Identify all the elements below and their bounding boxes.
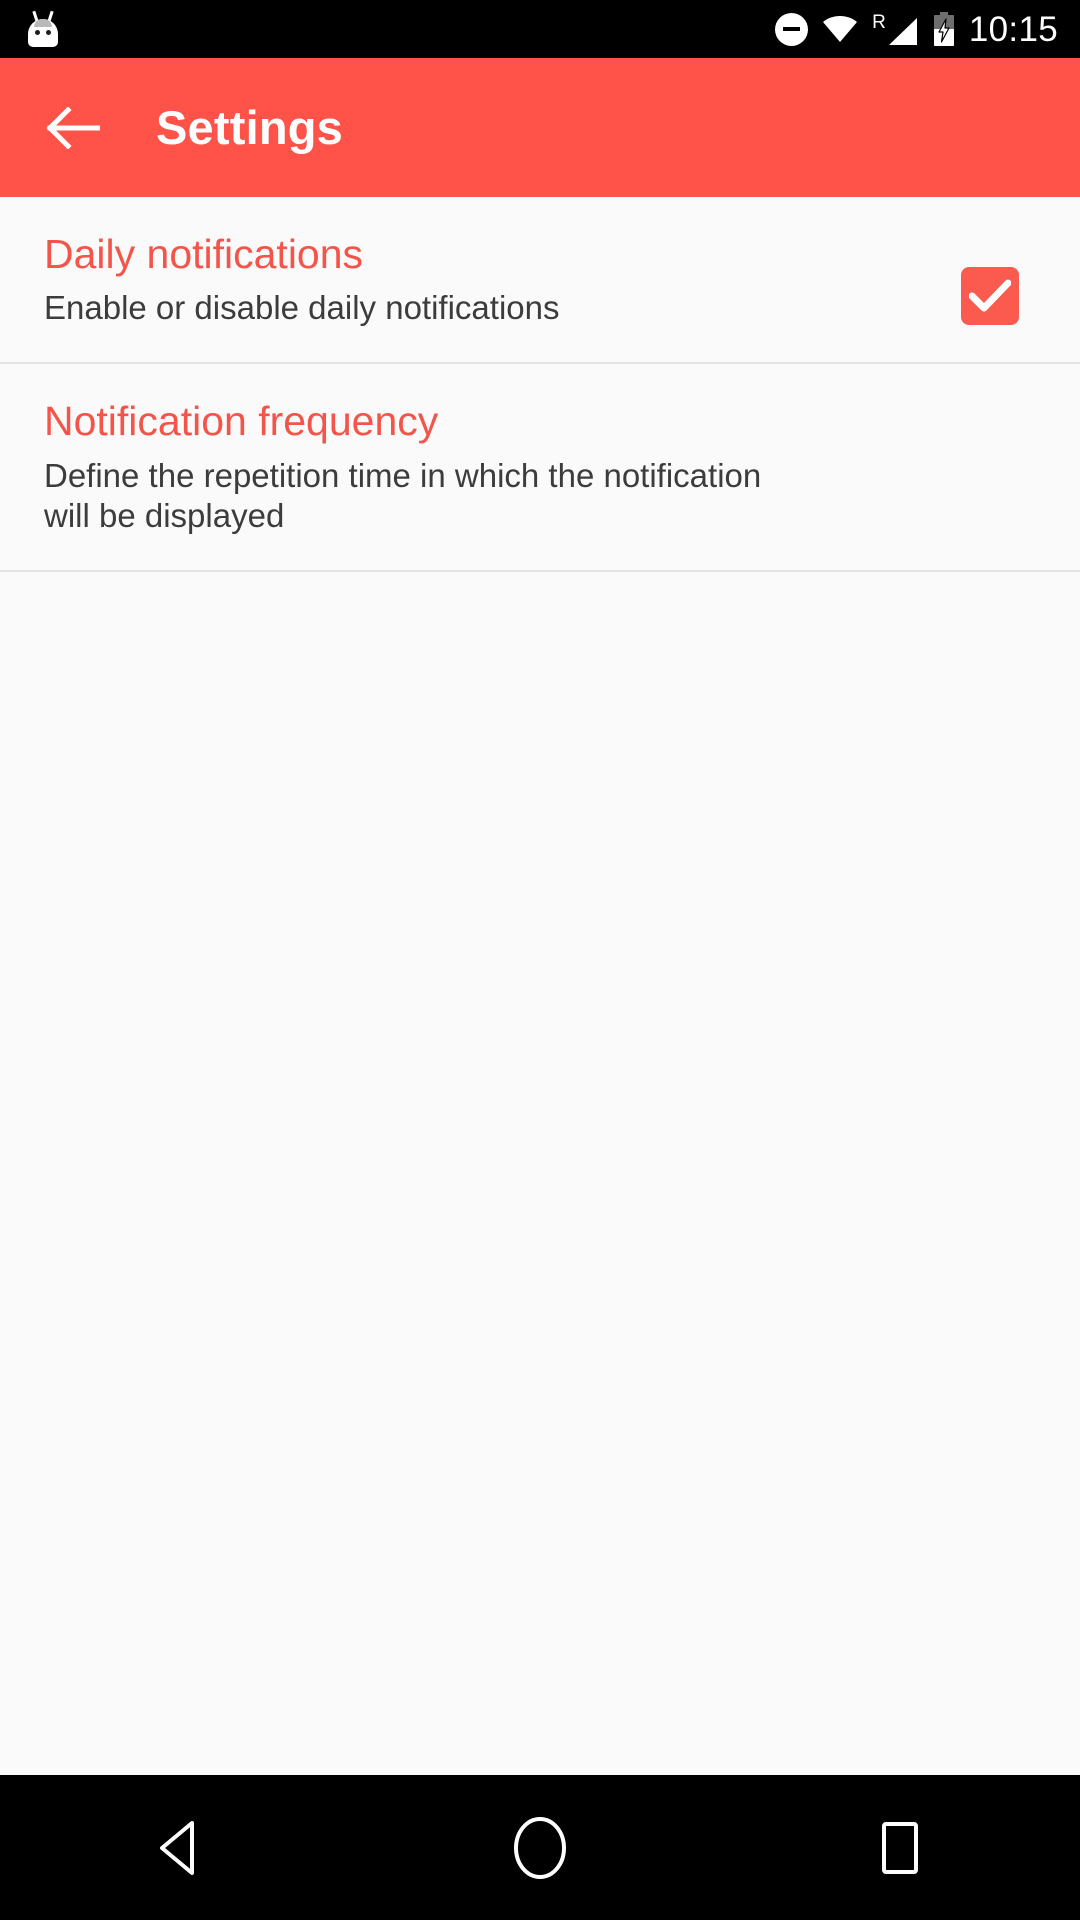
check-icon — [969, 279, 1011, 312]
cyanogenmod-robot-icon — [26, 10, 60, 47]
circle-home-icon — [514, 1816, 566, 1879]
battery-charging-icon — [933, 12, 954, 46]
do-not-disturb-icon — [775, 12, 809, 46]
system-navigation-bar — [0, 1775, 1080, 1920]
daily-notifications-checkbox[interactable] — [961, 267, 1019, 325]
preference-summary: Enable or disable daily notifications — [44, 289, 560, 327]
app-bar: Settings — [0, 58, 1080, 197]
home-nav-button[interactable] — [450, 1775, 630, 1920]
triangle-back-icon — [160, 1820, 194, 1875]
page-title: Settings — [156, 101, 344, 154]
wifi-icon — [823, 16, 858, 42]
arrow-left-icon — [46, 106, 100, 149]
roaming-letter: R — [872, 12, 886, 33]
preference-item-notification-frequency[interactable]: Notification frequency Define the repeti… — [0, 364, 1080, 573]
status-bar-right: R 10:15 — [775, 12, 1058, 47]
status-bar-clock: 10:15 — [968, 9, 1058, 49]
square-recents-icon — [882, 1821, 918, 1874]
preference-title: Notification frequency — [44, 398, 439, 445]
roaming-indicator: R — [872, 12, 919, 46]
preference-text-block: Notification frequency Define the repeti… — [44, 398, 1036, 536]
recents-nav-button[interactable] — [810, 1775, 990, 1920]
preference-widget-area — [944, 231, 1036, 325]
status-bar-left — [26, 10, 60, 47]
preference-item-daily-notifications[interactable]: Daily notifications Enable or disable da… — [0, 197, 1080, 365]
back-button[interactable] — [44, 99, 102, 157]
preference-list: Daily notifications Enable or disable da… — [0, 197, 1080, 1775]
preference-summary: Define the repetition time in which the … — [44, 456, 762, 534]
android-settings-screen: R 10:15 Settings Daily notifications Ena… — [0, 0, 1080, 1920]
preference-text-block: Daily notifications Enable or disable da… — [44, 231, 944, 328]
status-bar: R 10:15 — [0, 0, 1080, 58]
preference-title: Daily notifications — [44, 231, 364, 277]
back-nav-button[interactable] — [90, 1775, 270, 1920]
cellular-signal-icon — [888, 18, 917, 45]
